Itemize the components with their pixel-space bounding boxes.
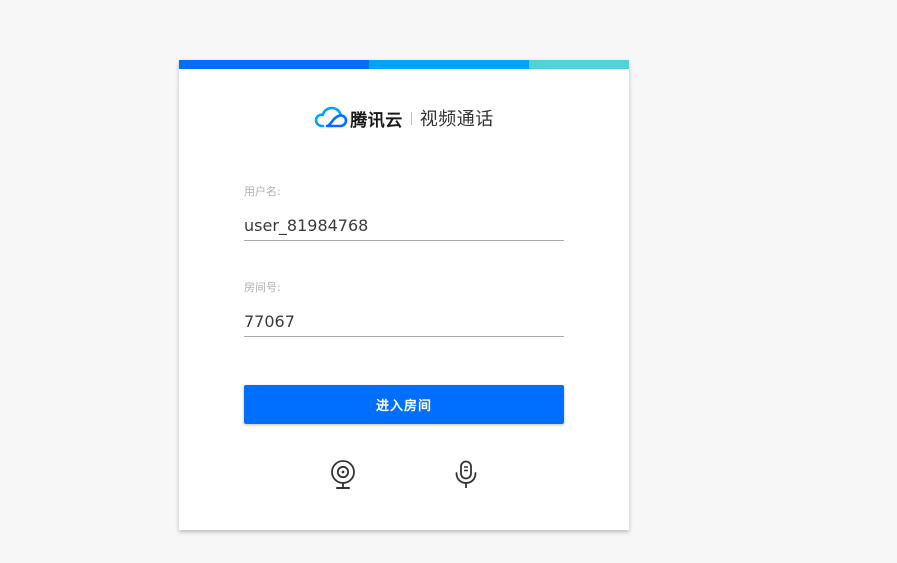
microphone-icon [453,460,479,494]
card-top-color-bar [179,60,629,69]
room-number-input[interactable] [244,307,564,337]
camera-icon [330,460,356,494]
tencent-cloud-logo-icon [314,105,348,131]
username-field-group: 用户名: [244,185,564,241]
camera-toggle-button[interactable] [327,460,359,494]
brand-company-name: 腾讯云 [350,110,403,131]
top-bar-segment-blue [179,60,369,69]
username-input[interactable] [244,211,564,241]
username-label: 用户名: [244,185,281,198]
room-number-label: 房间号: [244,281,281,294]
top-bar-segment-light-blue [369,60,529,69]
app-title: 视频通话 [419,109,494,130]
brand-header: 腾讯云 视频通话 [179,105,629,131]
top-bar-segment-cyan [529,60,629,69]
microphone-toggle-button[interactable] [450,460,482,494]
brand-divider [410,111,412,125]
enter-room-button[interactable]: 进入房间 [244,385,564,424]
room-field-group: 房间号: [244,281,564,337]
login-card: 腾讯云 视频通话 用户名: 房间号: 进入房间 [179,60,629,530]
